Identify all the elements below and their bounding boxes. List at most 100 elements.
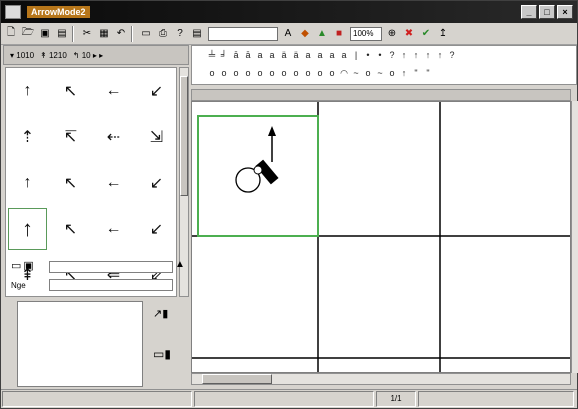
help-icon[interactable]: ?	[173, 27, 187, 41]
cut-icon[interactable]: ✂	[80, 27, 94, 41]
open-folder-icon[interactable]: 🗁	[21, 27, 35, 41]
paste-icon[interactable]: ▦	[97, 27, 111, 41]
selected-cell-highlight	[197, 115, 319, 237]
palette-tab-3[interactable]: ↰ 10 ▸ ▸	[73, 51, 103, 60]
canvas-vertical-scrollbar[interactable]	[571, 101, 578, 373]
symbol-button[interactable]: ā	[242, 50, 254, 60]
text-icon[interactable]: A	[281, 27, 295, 41]
symbol-button[interactable]: ä	[278, 50, 290, 60]
symbol-button[interactable]: ?	[386, 50, 398, 60]
symbol-button[interactable]: o	[218, 68, 230, 78]
zoom-in-icon[interactable]: ⊕	[385, 27, 399, 41]
arrow-cell[interactable]: ↖	[49, 68, 92, 114]
symbol-button[interactable]: ╛	[218, 50, 230, 60]
zoom-field[interactable]: 100%	[350, 26, 382, 41]
arrow-cell[interactable]: ↖	[49, 160, 92, 206]
symbol-button[interactable]: ā	[230, 50, 242, 60]
symbol-button[interactable]: ↑	[410, 50, 422, 60]
page-icon[interactable]: ▭	[11, 259, 21, 272]
arrow-cell[interactable]: ↑	[6, 68, 49, 114]
symbol-button[interactable]: |	[350, 50, 362, 60]
fill-icon[interactable]: ▲	[315, 27, 329, 41]
new-file-icon[interactable]: 🗋	[4, 27, 18, 41]
shape-icon[interactable]: ▲	[175, 259, 185, 270]
print-icon[interactable]: ⎙	[156, 27, 170, 41]
scrollbar-thumb[interactable]	[180, 76, 188, 196]
symbol-button[interactable]: •	[362, 50, 374, 60]
name-field[interactable]	[49, 261, 173, 273]
arrow-cell[interactable]: ⇲	[135, 114, 178, 160]
arrow-cell[interactable]: ↑	[6, 160, 49, 206]
undo-icon[interactable]: ↶	[114, 27, 128, 41]
symbol-button[interactable]: o	[326, 68, 338, 78]
symbol-button[interactable]: o	[206, 68, 218, 78]
symbol-button[interactable]: o	[278, 68, 290, 78]
value-field[interactable]	[49, 279, 173, 291]
status-pane-2	[194, 391, 374, 407]
symbol-button[interactable]: ↑	[422, 50, 434, 60]
arrow-cell[interactable]: ↑	[6, 206, 49, 252]
symbol-button[interactable]: ä	[290, 50, 302, 60]
font-name-field[interactable]	[208, 26, 278, 41]
symbol-button[interactable]: ~	[350, 68, 362, 78]
color-icon[interactable]: ■	[332, 27, 346, 41]
check-icon[interactable]: ✔	[419, 27, 433, 41]
symbol-button[interactable]: o	[302, 68, 314, 78]
arrow-cell[interactable]: ↙	[135, 68, 178, 114]
symbol-button[interactable]: ↑	[398, 50, 410, 60]
maximize-button[interactable]: □	[539, 5, 555, 19]
symbol-button[interactable]: o	[290, 68, 302, 78]
properties-icon[interactable]: ▤	[190, 27, 204, 41]
paint-icon[interactable]: ◆	[298, 27, 312, 41]
delete-icon[interactable]: ✖	[402, 27, 416, 41]
drawing-canvas[interactable]	[191, 101, 571, 373]
arrow-cell[interactable]: ⇠	[92, 114, 135, 160]
toolbar-separator	[72, 25, 74, 42]
main-toolbar: 🗋 🗁 ▣ ▤ ✂ ▦ ↶ ▭ ⎙ ? ▤ A ◆ ▲ ■ 100% ⊕ ✖ ✔…	[1, 23, 577, 45]
application-window: ArrowMode2 _ □ × 🗋 🗁 ▣ ▤ ✂ ▦ ↶ ▭ ⎙ ? ▤ A…	[0, 0, 578, 409]
symbol-button[interactable]: a	[314, 50, 326, 60]
symbol-button[interactable]: o	[314, 68, 326, 78]
symbol-button[interactable]: o	[254, 68, 266, 78]
symbol-button[interactable]: •	[374, 50, 386, 60]
symbol-button[interactable]: ◠	[338, 68, 350, 79]
symbol-button[interactable]: a	[254, 50, 266, 60]
symbol-button[interactable]: o	[386, 68, 398, 78]
arrow-tool-icon[interactable]: ↗▮	[153, 307, 177, 325]
symbol-button[interactable]: a	[266, 50, 278, 60]
arrow-cell[interactable]: ←	[92, 68, 135, 114]
palette-tab-1[interactable]: ▾ 1010	[10, 51, 34, 60]
arrow-cell[interactable]: ⇡	[6, 114, 49, 160]
arrow-cell[interactable]: ←	[92, 206, 135, 252]
symbol-button[interactable]: "	[410, 68, 422, 78]
symbol-button[interactable]: o	[362, 68, 374, 78]
close-button[interactable]: ×	[557, 5, 573, 19]
arrow-cell[interactable]: ↸	[49, 114, 92, 160]
arrow-cell[interactable]: ↙	[135, 206, 178, 252]
symbol-button[interactable]: ╧	[206, 50, 218, 60]
document-icon[interactable]: ▭	[139, 27, 153, 41]
symbol-button[interactable]: a	[326, 50, 338, 60]
symbol-button[interactable]: a	[338, 50, 350, 60]
symbol-button[interactable]: ~	[374, 68, 386, 78]
canvas-horizontal-scrollbar[interactable]	[191, 373, 571, 385]
insert-tool-icon[interactable]: ▭▮	[153, 347, 177, 367]
symbol-button[interactable]: ?	[446, 50, 458, 60]
symbol-button[interactable]: o	[230, 68, 242, 78]
save-small-icon[interactable]: ▣	[23, 259, 33, 272]
symbol-button[interactable]: ↑	[434, 50, 446, 60]
copy-icon[interactable]: ▤	[55, 27, 69, 41]
symbol-button[interactable]: a	[302, 50, 314, 60]
arrow-cell[interactable]: ↙	[135, 160, 178, 206]
palette-tab-2[interactable]: ↟ 1210	[40, 51, 67, 60]
save-icon[interactable]: ▣	[38, 27, 52, 41]
symbol-button[interactable]: ↑	[398, 68, 410, 78]
symbol-button[interactable]: o	[266, 68, 278, 78]
arrow-cell[interactable]: ←	[92, 160, 135, 206]
pin-icon[interactable]: ↥	[436, 27, 450, 41]
minimize-button[interactable]: _	[521, 5, 537, 19]
symbol-button[interactable]: "	[422, 68, 434, 78]
symbol-button[interactable]: o	[242, 68, 254, 78]
arrow-cell[interactable]: ↖	[49, 206, 92, 252]
horizontal-scrollbar-thumb[interactable]	[202, 374, 272, 384]
